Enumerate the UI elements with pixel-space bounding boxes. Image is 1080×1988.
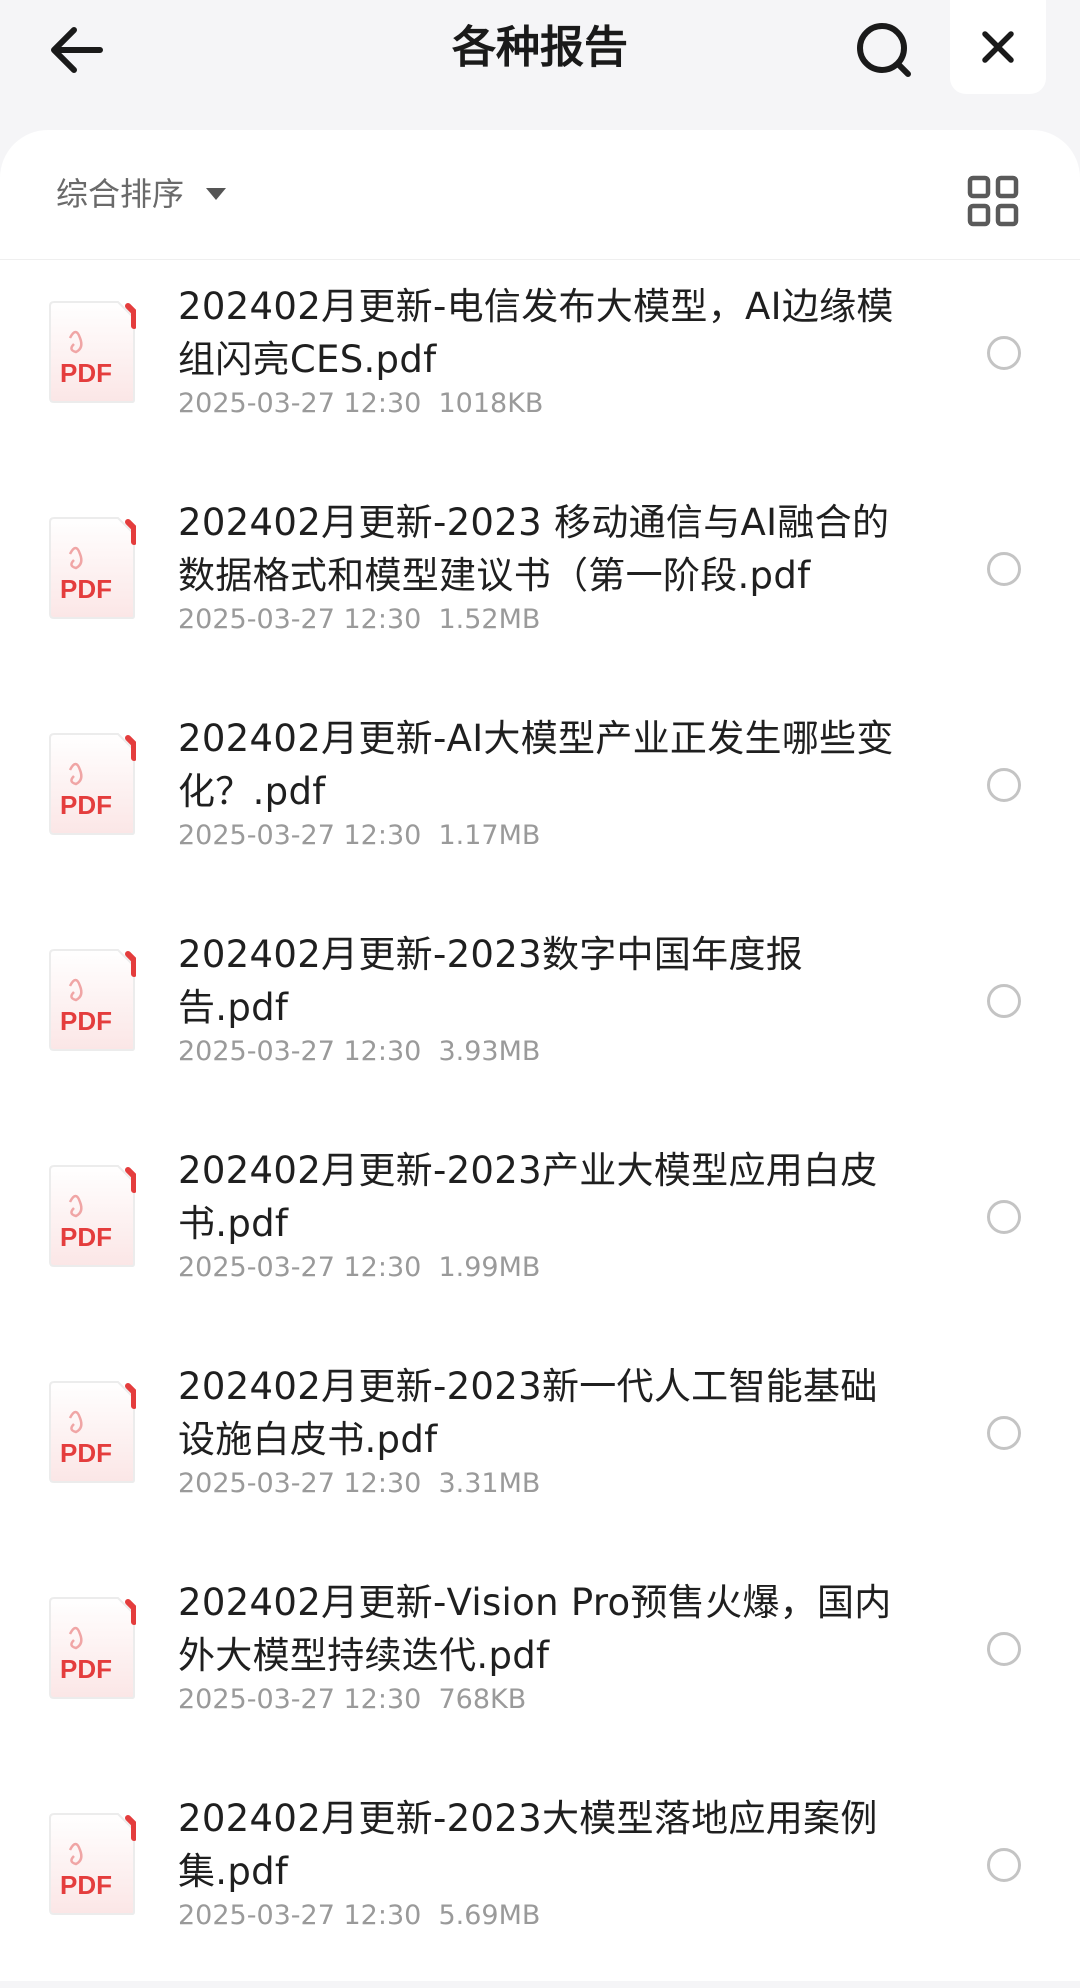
pdf-icon-label: PDF [60, 1438, 112, 1468]
pdf-file-icon: PDF [49, 1813, 136, 1915]
close-button[interactable] [950, 0, 1046, 94]
pdf-icon-label: PDF [60, 1870, 112, 1900]
file-date: 2025-03-27 12:30 [178, 388, 422, 419]
file-date: 2025-03-27 12:30 [178, 1252, 422, 1283]
file-size: 3.31MB [438, 1468, 541, 1499]
file-size: 1.99MB [438, 1252, 541, 1283]
file-date: 2025-03-27 12:30 [178, 1684, 422, 1715]
file-list-panel: 综合排序 PDF 202402月更新-电信发布大模型，AI边缘模组闪亮CES.pd… [0, 130, 1080, 1981]
pdf-icon-label: PDF [60, 790, 112, 820]
grid-view-icon[interactable] [966, 174, 1020, 228]
sort-label: 综合排序 [56, 175, 185, 213]
pdf-icon-label: PDF [60, 574, 112, 604]
file-date: 2025-03-27 12:30 [178, 1900, 422, 1931]
file-meta: 2025-03-27 12:30 1.99MB [178, 1248, 540, 1288]
file-meta: 2025-03-27 12:30 3.31MB [178, 1464, 540, 1504]
file-row[interactable]: PDF 202402月更新-2023产业大模型应用白皮书.pdf 2025-03-2… [0, 1124, 1080, 1340]
file-row[interactable]: PDF 202402月更新-电信发布大模型，AI边缘模组闪亮CES.pdf 2025… [0, 260, 1080, 476]
file-name: 202402月更新-2023 移动通信与AI融合的数据格式和模型建议书（第一阶段… [178, 501, 890, 597]
file-size: 768KB [438, 1684, 527, 1715]
file-date: 2025-03-27 12:30 [178, 604, 422, 635]
select-radio[interactable] [987, 1848, 1021, 1882]
search-button[interactable] [846, 12, 922, 88]
select-radio[interactable] [987, 1416, 1021, 1450]
file-name: 202402月更新-电信发布大模型，AI边缘模组闪亮CES.pdf [178, 285, 894, 381]
select-radio[interactable] [987, 984, 1021, 1018]
pdf-file-icon: PDF [49, 949, 136, 1051]
file-name: 202402月更新-Vision Pro预售火爆，国内外大模型持续迭代.pdf [178, 1581, 892, 1677]
search-icon [857, 23, 911, 77]
file-date: 2025-03-27 12:30 [178, 1468, 422, 1499]
close-icon [982, 31, 1014, 63]
top-bar: 各种报告 [0, 0, 1080, 132]
pdf-file-icon: PDF [49, 301, 136, 403]
file-row[interactable]: PDF 202402月更新-2023新一代人工智能基础设施白皮书.pdf 2025-… [0, 1340, 1080, 1556]
file-size: 1.17MB [438, 820, 541, 851]
pdf-file-icon: PDF [49, 1381, 136, 1483]
file-row[interactable]: PDF 202402月更新-Vision Pro预售火爆，国内外大模型持续迭代.p… [0, 1556, 1080, 1772]
file-row[interactable]: PDF 202402月更新-2023数字中国年度报告.pdf 2025-03-27 … [0, 908, 1080, 1124]
select-radio[interactable] [987, 1200, 1021, 1234]
file-meta: 2025-03-27 12:30 1.52MB [178, 600, 540, 640]
file-row[interactable]: PDF 202402月更新-2023大模型落地应用案例集.pdf 2025-03-2… [0, 1772, 1080, 1988]
pdf-file-icon: PDF [49, 517, 136, 619]
file-size: 1018KB [438, 388, 544, 419]
pdf-icon-label: PDF [60, 358, 112, 388]
file-size: 1.52MB [438, 604, 541, 635]
caret-down-icon [206, 188, 227, 200]
file-name: 202402月更新-2023新一代人工智能基础设施白皮书.pdf [178, 1365, 878, 1461]
sort-dropdown[interactable]: 综合排序 [56, 168, 227, 220]
file-name: 202402月更新-2023数字中国年度报告.pdf [178, 933, 804, 1029]
select-radio[interactable] [987, 768, 1021, 802]
file-meta: 2025-03-27 12:30 1.17MB [178, 816, 540, 856]
file-meta: 2025-03-27 12:30 3.93MB [178, 1032, 540, 1072]
file-meta: 2025-03-27 12:30 5.69MB [178, 1896, 540, 1936]
pdf-icon-label: PDF [60, 1006, 112, 1036]
file-size: 5.69MB [438, 1900, 541, 1931]
file-size: 3.93MB [438, 1036, 541, 1067]
pdf-icon-label: PDF [60, 1222, 112, 1252]
pdf-file-icon: PDF [49, 733, 136, 835]
file-meta: 2025-03-27 12:30 1018KB [178, 384, 543, 424]
file-row[interactable]: PDF 202402月更新-AI大模型产业正发生哪些变化？.pdf 2025-03-… [0, 692, 1080, 908]
select-radio[interactable] [987, 1632, 1021, 1666]
file-meta: 2025-03-27 12:30 768KB [178, 1680, 526, 1720]
file-date: 2025-03-27 12:30 [178, 820, 422, 851]
file-name: 202402月更新-2023产业大模型应用白皮书.pdf [178, 1149, 878, 1245]
file-name: 202402月更新-2023大模型落地应用案例集.pdf [178, 1797, 878, 1893]
pdf-file-icon: PDF [49, 1597, 136, 1699]
list-toolbar: 综合排序 [0, 130, 1080, 260]
file-date: 2025-03-27 12:30 [178, 1036, 422, 1067]
pdf-icon-label: PDF [60, 1654, 112, 1684]
pdf-file-icon: PDF [49, 1165, 136, 1267]
select-radio[interactable] [987, 552, 1021, 586]
file-row[interactable]: PDF 202402月更新-2023 移动通信与AI融合的数据格式和模型建议书（第… [0, 476, 1080, 692]
file-name: 202402月更新-AI大模型产业正发生哪些变化？.pdf [178, 717, 894, 813]
select-radio[interactable] [987, 336, 1021, 370]
